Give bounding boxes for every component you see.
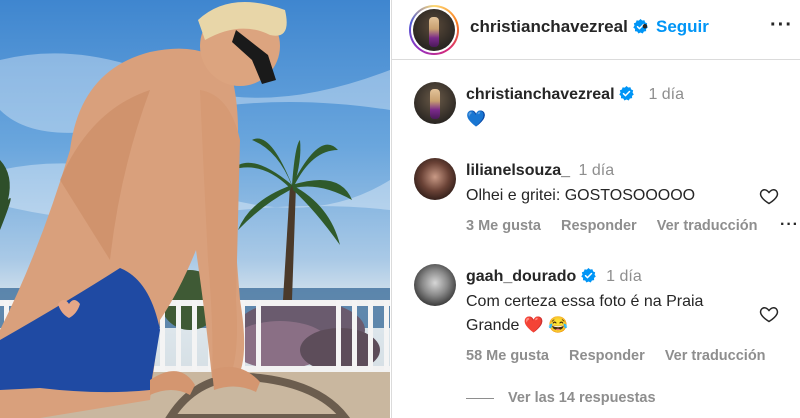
comment-header: gaah_dourado 1 día (466, 268, 642, 286)
header-separator: • (642, 17, 648, 36)
reply-button[interactable]: Responder (569, 348, 645, 364)
author-username[interactable]: christianchavezreal (470, 17, 648, 37)
verified-badge-icon (619, 86, 634, 101)
like-heart-icon[interactable] (759, 186, 779, 206)
caption-header: christianchavezreal 1 día (466, 86, 684, 104)
comment-item: gaah_dourado 1 día Com certeza essa foto… (392, 264, 800, 384)
commenter-avatar[interactable] (414, 264, 456, 306)
post-photo[interactable] (0, 0, 390, 418)
replies-divider (466, 397, 494, 399)
commenter-username[interactable]: gaah_dourado (466, 268, 576, 285)
caption-author-avatar[interactable] (414, 82, 456, 124)
see-translation-link[interactable]: Ver traducción (657, 218, 758, 234)
comment-actions: 58 Me gusta Responder Ver traducción (466, 348, 782, 364)
comment-actions: 3 Me gusta Responder Ver traducción (466, 218, 773, 234)
follow-button[interactable]: Seguir (656, 17, 709, 37)
comment-timestamp[interactable]: 1 día (579, 162, 615, 179)
author-avatar-story-ring[interactable] (409, 5, 459, 55)
caption-author-username[interactable]: christianchavezreal (466, 86, 615, 103)
comment-item: lilianelsouza_ 1 día Olhei e gritei: GOS… (392, 158, 800, 248)
photo-illustration (0, 2, 390, 418)
author-avatar (413, 9, 455, 51)
commenter-username[interactable]: lilianelsouza_ (466, 162, 570, 179)
post-header: christianchavezreal • Seguir ··· (392, 0, 800, 60)
post-details-panel: christianchavezreal • Seguir ··· christi… (391, 0, 800, 418)
commenter-avatar[interactable] (414, 158, 456, 200)
reply-button[interactable]: Responder (561, 218, 637, 234)
comment-options-icon[interactable]: ··· (780, 216, 799, 234)
comment-text-line-1: Com certeza essa foto é na Praia (466, 293, 704, 310)
post-caption: christianchavezreal 1 día 💙 (392, 82, 800, 142)
comment-text: Olhei e gritei: GOSTOSOOOOO (466, 187, 696, 204)
caption-text: 💙 (466, 111, 486, 128)
see-translation-link[interactable]: Ver traducción (665, 348, 766, 364)
verified-badge-icon (580, 268, 596, 283)
comment-timestamp[interactable]: 1 día (606, 268, 642, 285)
more-options-icon[interactable]: ··· (770, 14, 793, 37)
author-username-text: christianchavezreal (470, 17, 628, 36)
caption-timestamp[interactable]: 1 día (648, 86, 684, 103)
view-replies-label: Ver las 14 respuestas (508, 390, 656, 406)
like-heart-icon[interactable] (759, 304, 779, 324)
comment-likes-count[interactable]: 3 Me gusta (466, 218, 541, 234)
comment-text-line-2: Grande ❤️ 😂 (466, 317, 569, 334)
view-replies-button[interactable]: Ver las 14 respuestas (466, 390, 656, 406)
comment-header: lilianelsouza_ 1 día (466, 162, 614, 180)
comment-likes-count[interactable]: 58 Me gusta (466, 348, 549, 364)
